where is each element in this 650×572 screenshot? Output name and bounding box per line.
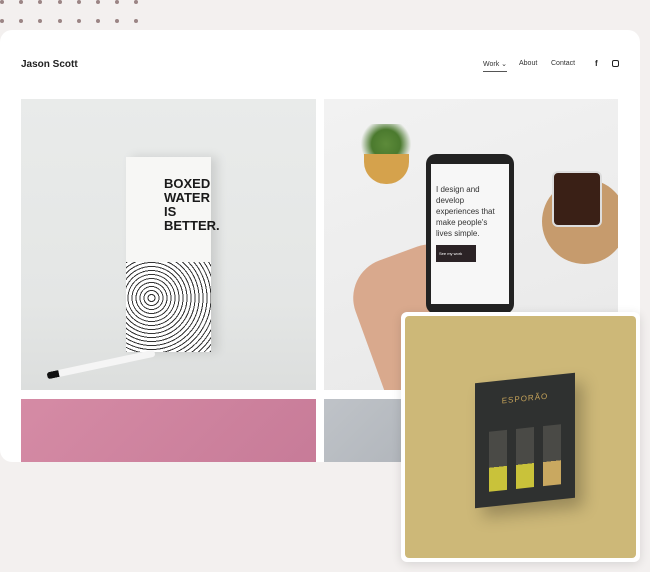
- instagram-icon[interactable]: [612, 60, 619, 67]
- dot: [38, 0, 43, 4]
- carton-image: BOXED WATER IS BETTER.: [126, 157, 220, 352]
- dot: [0, 0, 4, 4]
- nav-about[interactable]: About: [519, 60, 537, 67]
- featured-image-card[interactable]: ESPORÃO: [401, 312, 640, 562]
- marker-image: [46, 349, 156, 380]
- gift-box-image: ESPORÃO: [475, 372, 575, 509]
- dot: [115, 19, 120, 23]
- dot: [115, 0, 120, 4]
- brand-name[interactable]: Jason Scott: [21, 59, 78, 70]
- dot: [38, 19, 43, 23]
- phone-image: I design and develop experiences that ma…: [426, 154, 514, 314]
- dot: [19, 19, 24, 23]
- dot: [134, 0, 139, 4]
- dot: [19, 0, 24, 4]
- nav-work[interactable]: Work ⌄: [483, 60, 508, 72]
- dot: [76, 19, 81, 23]
- dot: [76, 0, 81, 4]
- dot: [57, 19, 62, 23]
- dot: [96, 19, 100, 23]
- dot: [0, 19, 4, 23]
- nav-contact[interactable]: Contact: [551, 60, 575, 67]
- dot: [96, 0, 100, 4]
- dot: [134, 19, 139, 23]
- facebook-icon[interactable]: f: [595, 59, 598, 68]
- dot: [57, 0, 62, 4]
- gallery-item-pink[interactable]: [21, 399, 316, 462]
- gallery-item-boxed-water[interactable]: BOXED WATER IS BETTER.: [21, 99, 316, 390]
